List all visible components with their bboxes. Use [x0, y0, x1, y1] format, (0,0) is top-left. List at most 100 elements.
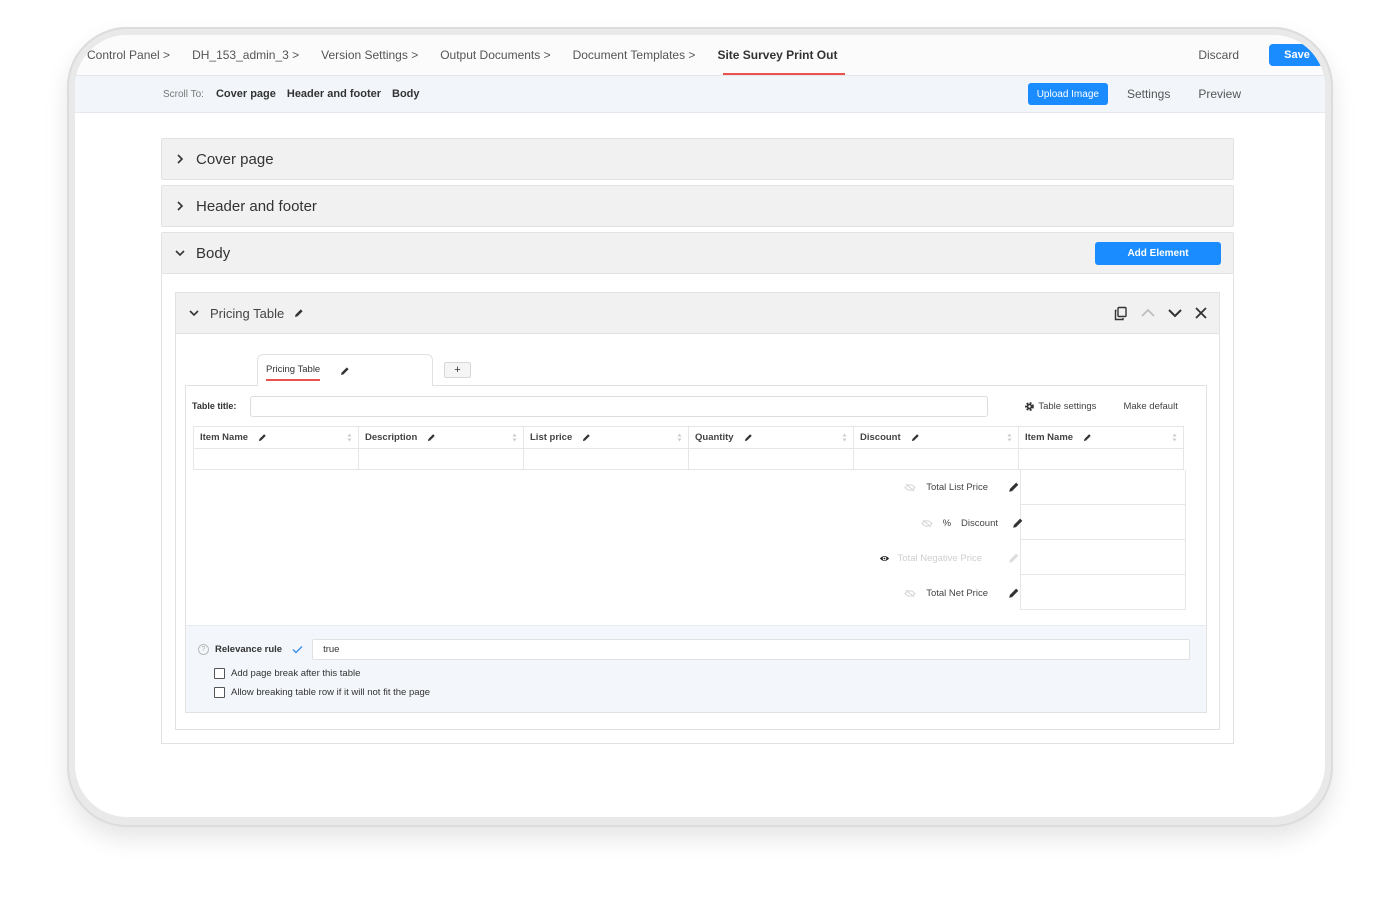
sort-icon[interactable]: [512, 433, 517, 442]
tab-panel: Table title: Table settings Make default: [185, 385, 1207, 713]
duplicate-icon[interactable]: [1113, 306, 1128, 321]
total-row-net-price: Total Net Price: [904, 584, 1020, 602]
column-header[interactable]: Discount: [853, 426, 1019, 449]
page-break-option[interactable]: Add page break after this table: [214, 664, 1206, 683]
app-screen: Control Panel > DH_153_admin_3 > Version…: [75, 35, 1325, 817]
column-header[interactable]: Item Name: [1018, 426, 1184, 449]
table-cell[interactable]: [853, 448, 1019, 470]
total-value-cell[interactable]: [1020, 540, 1186, 575]
edit-pencil-icon[interactable]: [1012, 517, 1024, 529]
edit-pencil-icon[interactable]: [744, 433, 753, 442]
make-default-button[interactable]: Make default: [1123, 401, 1177, 412]
pricing-table-header[interactable]: Pricing Table: [176, 293, 1219, 334]
checkbox-label: Add page break after this table: [231, 668, 361, 679]
total-value-cell[interactable]: [1020, 470, 1186, 505]
chevron-right-icon: [174, 153, 186, 165]
table-cell[interactable]: [523, 448, 689, 470]
edit-pencil-icon[interactable]: [1083, 433, 1092, 442]
table-cell[interactable]: [193, 448, 359, 470]
scroll-link-body[interactable]: Body: [392, 88, 420, 100]
column-header[interactable]: List price: [523, 426, 689, 449]
checkbox-label: Allow breaking table row if it will not …: [231, 687, 431, 698]
template-editor: Cover page Header and footer Body Add El…: [161, 138, 1234, 744]
section-title: Cover page: [196, 150, 274, 168]
element-title: Pricing Table: [210, 305, 285, 321]
edit-pencil-icon[interactable]: [258, 433, 267, 442]
checkmark-icon: [292, 645, 303, 654]
section-body[interactable]: Body Add Element: [161, 232, 1234, 274]
eye-off-icon[interactable]: [904, 483, 916, 492]
add-tab-button[interactable]: +: [444, 362, 471, 378]
top-navigation: Control Panel > DH_153_admin_3 > Version…: [75, 35, 1325, 76]
add-element-button[interactable]: Add Element: [1095, 241, 1221, 265]
close-icon[interactable]: [1195, 307, 1207, 319]
sort-icon[interactable]: [1007, 433, 1012, 442]
breadcrumb-version-settings[interactable]: Version Settings >: [321, 35, 418, 75]
discard-button[interactable]: Discard: [1198, 48, 1239, 62]
page-break-checkbox[interactable]: [214, 668, 225, 679]
column-header[interactable]: Description: [358, 426, 524, 449]
device-frame: Control Panel > DH_153_admin_3 > Version…: [67, 27, 1333, 827]
header-row: Item Name Description List price Quantit…: [193, 426, 1184, 449]
sort-icon[interactable]: [677, 433, 682, 442]
scroll-to-bar: Scroll To: Cover page Header and footer …: [75, 76, 1325, 113]
scroll-link-cover-page[interactable]: Cover page: [216, 88, 276, 100]
section-header-footer[interactable]: Header and footer: [161, 185, 1234, 227]
table-cell[interactable]: [358, 448, 524, 470]
column-label: Item Name: [1025, 432, 1074, 443]
table-title-input[interactable]: [250, 395, 989, 417]
sort-icon[interactable]: [1172, 433, 1177, 442]
break-row-checkbox[interactable]: [214, 687, 225, 698]
column-label: Item Name: [200, 432, 249, 443]
total-label: Discount: [961, 517, 998, 529]
column-header[interactable]: Item Name: [193, 426, 359, 449]
scroll-to-label: Scroll To:: [163, 88, 204, 100]
totals-value-cells: [1020, 470, 1186, 610]
edit-pencil-icon[interactable]: [1008, 587, 1020, 599]
eye-icon[interactable]: [879, 554, 890, 563]
edit-pencil-icon[interactable]: [427, 433, 436, 442]
eye-off-icon[interactable]: [904, 589, 916, 598]
upload-image-button[interactable]: Upload Image: [1027, 83, 1108, 105]
table-settings-label: Table settings: [1038, 400, 1097, 412]
break-row-option[interactable]: Allow breaking table row if it will not …: [214, 683, 1206, 702]
edit-pencil-icon[interactable]: [294, 308, 304, 318]
save-button[interactable]: Save: [1269, 44, 1325, 66]
settings-link[interactable]: Settings: [1127, 87, 1170, 101]
help-icon[interactable]: ?: [198, 643, 209, 655]
chevron-right-icon: [174, 200, 186, 212]
breadcrumb-output-documents[interactable]: Output Documents >: [440, 35, 550, 75]
column-header[interactable]: Quantity: [688, 426, 854, 449]
total-value-cell[interactable]: [1020, 575, 1186, 610]
chevron-down-icon: [174, 247, 186, 259]
move-down-icon[interactable]: [1168, 308, 1182, 318]
relevance-rule-input[interactable]: true: [312, 638, 1191, 660]
move-up-icon[interactable]: [1141, 308, 1155, 318]
edit-pencil-icon[interactable]: [340, 366, 350, 376]
pricing-grid: Item Name Description List price Quantit…: [193, 426, 1184, 470]
eye-off-icon[interactable]: [920, 519, 933, 528]
relevance-rule-label: Relevance rule: [215, 643, 283, 655]
preview-link[interactable]: Preview: [1198, 87, 1241, 101]
scroll-link-header-footer[interactable]: Header and footer: [287, 88, 381, 100]
breadcrumb-document-templates[interactable]: Document Templates >: [573, 35, 696, 75]
breadcrumb-project[interactable]: DH_153_admin_3 >: [192, 35, 299, 75]
edit-pencil-icon[interactable]: [1008, 481, 1020, 493]
total-value-cell[interactable]: [1020, 505, 1186, 540]
sort-icon[interactable]: [842, 433, 847, 442]
edit-pencil-icon[interactable]: [582, 433, 591, 442]
edit-pencil-icon[interactable]: [911, 433, 920, 442]
breadcrumb-current-page[interactable]: Site Survey Print Out: [717, 35, 846, 75]
tab-label: Pricing Table: [266, 364, 321, 381]
chevron-down-icon[interactable]: [188, 307, 200, 319]
table-settings-button[interactable]: Table settings: [1024, 401, 1096, 412]
breadcrumb-control-panel[interactable]: Control Panel >: [87, 35, 170, 75]
sort-icon[interactable]: [347, 433, 352, 442]
table-cell[interactable]: [1018, 448, 1184, 470]
section-cover-page[interactable]: Cover page: [161, 138, 1234, 180]
total-label: Total Negative Price: [897, 552, 982, 564]
table-cell[interactable]: [688, 448, 854, 470]
pricing-table-element: Pricing Table Pricing Table + Table titl…: [175, 292, 1220, 730]
tab-pricing-table[interactable]: Pricing Table: [257, 354, 433, 386]
column-label: List price: [530, 432, 573, 443]
